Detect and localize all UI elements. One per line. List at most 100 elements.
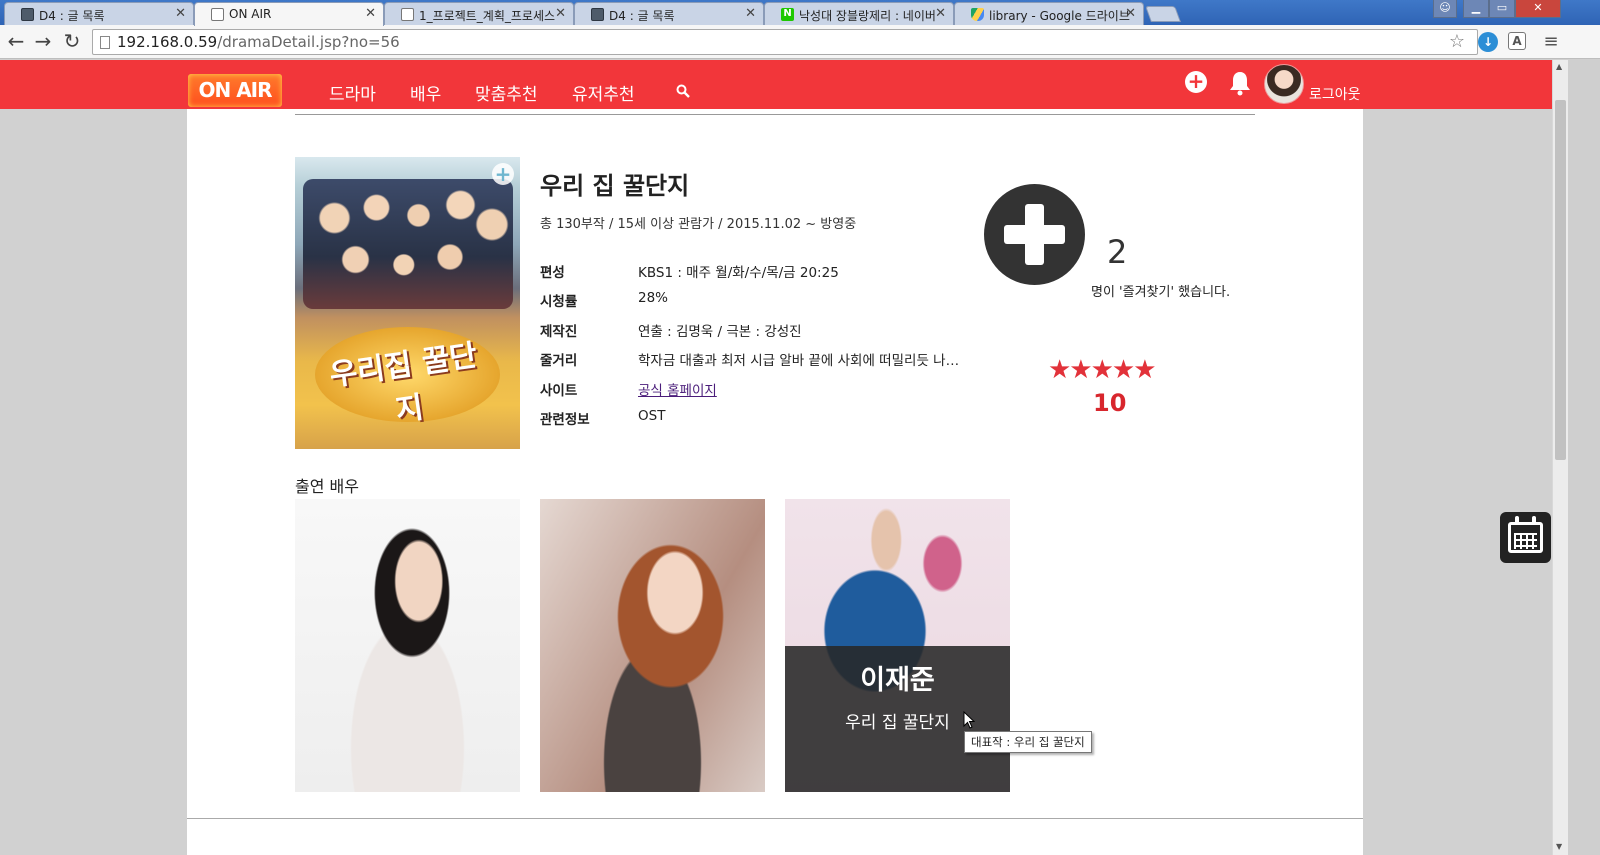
download-extension-icon[interactable]: ↓ bbox=[1478, 32, 1498, 52]
info-key: 줄거리 bbox=[540, 353, 578, 369]
info-row-staff: 제작진 연출 : 김명욱 / 극본 : 강성진 bbox=[540, 320, 970, 340]
page-icon bbox=[211, 8, 224, 21]
user-avatar[interactable] bbox=[1264, 64, 1304, 104]
mouse-cursor-icon bbox=[963, 711, 975, 729]
new-tab-button[interactable] bbox=[1145, 6, 1181, 22]
scrollbar-thumb[interactable] bbox=[1555, 100, 1566, 460]
add-plus-icon[interactable]: + bbox=[1185, 71, 1207, 93]
info-value: KBS1 : 매주 월/화/수/목/금 20:25 bbox=[638, 265, 839, 281]
nav-actor[interactable]: 배우 bbox=[410, 80, 441, 105]
tooltip: 대표작 : 우리 집 꿀단지 bbox=[964, 731, 1092, 753]
info-row-schedule: 편성 KBS1 : 매주 월/화/수/목/금 20:25 bbox=[540, 261, 970, 281]
page-icon bbox=[401, 8, 414, 21]
page-scrollbar[interactable]: ▲ ▼ bbox=[1552, 60, 1568, 855]
reload-icon[interactable]: ↻ bbox=[60, 30, 84, 54]
back-arrow-icon[interactable]: ← bbox=[4, 30, 28, 54]
drama-title: 우리 집 꿀단지 bbox=[540, 172, 690, 200]
actor-card[interactable] bbox=[295, 499, 520, 792]
tab-label: library - Google 드라이브 bbox=[989, 9, 1130, 23]
divider bbox=[295, 114, 1255, 115]
info-value: 28% bbox=[638, 290, 669, 306]
tab-label: D4 : 글 목록 bbox=[39, 9, 105, 23]
user-profile-icon[interactable]: ☺ bbox=[1433, 0, 1457, 18]
info-row-related: 관련정보 OST bbox=[540, 408, 970, 428]
logout-link[interactable]: 로그아웃 bbox=[1309, 84, 1361, 104]
plus-icon bbox=[1025, 204, 1044, 265]
minimize-button[interactable]: ▁ bbox=[1463, 0, 1489, 18]
info-row-synopsis: 줄거리 학자금 대출과 최저 시급 알바 끝에 사회에 떠밀리듯 나온… bbox=[540, 349, 970, 369]
favorite-add-button[interactable] bbox=[984, 184, 1085, 285]
drama-poster: 우리집 꿀단지 + bbox=[295, 157, 520, 449]
calendar-icon bbox=[1508, 522, 1543, 553]
info-row-rating: 시청률 28% bbox=[540, 290, 970, 310]
browser-tab[interactable]: D4 : 글 목록 ✕ bbox=[574, 2, 764, 25]
close-tab-icon[interactable]: ✕ bbox=[935, 6, 946, 21]
rating-stars[interactable]: ★★★★★ bbox=[1048, 355, 1157, 385]
nav-drama[interactable]: 드라마 bbox=[329, 80, 376, 105]
site-logo[interactable]: ON AIR bbox=[188, 74, 282, 107]
calendar-button[interactable] bbox=[1500, 512, 1551, 563]
bookmark-star-icon[interactable]: ☆ bbox=[1449, 31, 1465, 52]
browser-tab[interactable]: N 낙성대 장블랑제리 : 네이버 ✕ bbox=[764, 2, 954, 25]
tab-label: ON AIR bbox=[229, 7, 272, 21]
hamburger-menu-icon[interactable]: ≡ bbox=[1540, 31, 1562, 53]
close-tab-icon[interactable]: ✕ bbox=[1125, 6, 1136, 21]
actor-overlay: 이재준 우리 집 꿀단지 bbox=[785, 646, 1010, 792]
divider bbox=[187, 818, 1363, 819]
browser-tab[interactable]: 1_프로젝트_계획_프로세스 ✕ bbox=[384, 2, 574, 25]
actor-name: 이재준 bbox=[860, 665, 935, 696]
info-key: 관련정보 bbox=[540, 412, 590, 428]
favorite-text: 명이 '즐겨찾기' 했습니다. bbox=[1091, 285, 1231, 300]
close-tab-icon[interactable]: ✕ bbox=[745, 6, 756, 21]
scroll-up-arrow-icon[interactable]: ▲ bbox=[1556, 62, 1562, 71]
info-key: 사이트 bbox=[540, 383, 578, 399]
actor-card[interactable] bbox=[540, 499, 765, 792]
browser-tab-strip: D4 : 글 목록 ✕ ON AIR ✕ 1_프로젝트_계획_프로세스 ✕ D4… bbox=[0, 0, 1600, 26]
google-drive-icon bbox=[971, 8, 984, 21]
rating-score: 10 bbox=[1093, 389, 1127, 417]
close-tab-icon[interactable]: ✕ bbox=[555, 6, 566, 21]
bell-icon[interactable] bbox=[1228, 70, 1252, 96]
main-content: 우리집 꿀단지 + 우리 집 꿀단지 총 130부작 / 15세 이상 관람가 … bbox=[187, 109, 1363, 855]
info-key: 제작진 bbox=[540, 324, 578, 340]
actor-representative-work: 우리 집 꿀단지 bbox=[845, 713, 950, 733]
official-homepage-link[interactable]: 공식 홈페이지 bbox=[638, 379, 968, 399]
ost-link[interactable]: OST bbox=[638, 408, 968, 424]
drama-summary: 총 130부작 / 15세 이상 관람가 / 2015.11.02 ~ 방영중 bbox=[540, 217, 857, 232]
site-header: ON AIR 드라마 배우 맞춤추천 유저추천 + 로그아웃 bbox=[0, 60, 1552, 109]
address-bar[interactable]: 192.168.0.59/dramaDetail.jsp?no=56 ☆ bbox=[92, 29, 1478, 55]
close-tab-icon[interactable]: ✕ bbox=[175, 6, 186, 21]
maximize-button[interactable]: ▭ bbox=[1489, 0, 1515, 18]
close-window-button[interactable]: ✕ bbox=[1515, 0, 1561, 18]
page-viewport: ON AIR 드라마 배우 맞춤추천 유저추천 + 로그아웃 우리집 꿀단지 +… bbox=[0, 60, 1552, 855]
extension-a-icon[interactable]: A bbox=[1508, 32, 1526, 50]
info-key: 편성 bbox=[540, 265, 565, 281]
database-icon bbox=[591, 8, 604, 21]
browser-tab-active[interactable]: ON AIR ✕ bbox=[194, 2, 384, 26]
page-icon bbox=[100, 36, 110, 49]
browser-toolbar: ← → ↻ 192.168.0.59/dramaDetail.jsp?no=56… bbox=[0, 25, 1600, 59]
cast-section-title: 출연 배우 bbox=[295, 477, 359, 496]
info-row-site: 사이트 공식 홈페이지 bbox=[540, 379, 970, 399]
naver-icon: N bbox=[781, 8, 794, 21]
tab-label: 낙성대 장블랑제리 : 네이버 bbox=[799, 9, 936, 23]
tab-label: D4 : 글 목록 bbox=[609, 9, 675, 23]
add-to-list-icon[interactable]: + bbox=[492, 163, 514, 185]
poster-cast-photo bbox=[303, 179, 513, 309]
browser-tab[interactable]: library - Google 드라이브 ✕ bbox=[954, 2, 1144, 25]
database-icon bbox=[21, 8, 34, 21]
info-value: 학자금 대출과 최저 시급 알바 끝에 사회에 떠밀리듯 나온… bbox=[638, 353, 968, 369]
scroll-down-arrow-icon[interactable]: ▼ bbox=[1556, 842, 1562, 851]
nav-custom-recommend[interactable]: 맞춤추천 bbox=[475, 80, 538, 105]
info-key: 시청률 bbox=[540, 294, 578, 310]
close-tab-icon[interactable]: ✕ bbox=[365, 6, 376, 21]
info-value: 연출 : 김명욱 / 극본 : 강성진 bbox=[638, 324, 802, 340]
forward-arrow-icon[interactable]: → bbox=[31, 30, 55, 54]
nav-user-recommend[interactable]: 유저추천 bbox=[572, 80, 635, 105]
favorite-count: 2 bbox=[1107, 233, 1128, 271]
browser-tab[interactable]: D4 : 글 목록 ✕ bbox=[4, 2, 194, 25]
url-host: 192.168.0.59 bbox=[117, 33, 218, 51]
tab-label: 1_프로젝트_계획_프로세스 bbox=[419, 9, 556, 23]
url-path: /dramaDetail.jsp?no=56 bbox=[217, 33, 400, 51]
search-icon[interactable] bbox=[676, 84, 690, 98]
